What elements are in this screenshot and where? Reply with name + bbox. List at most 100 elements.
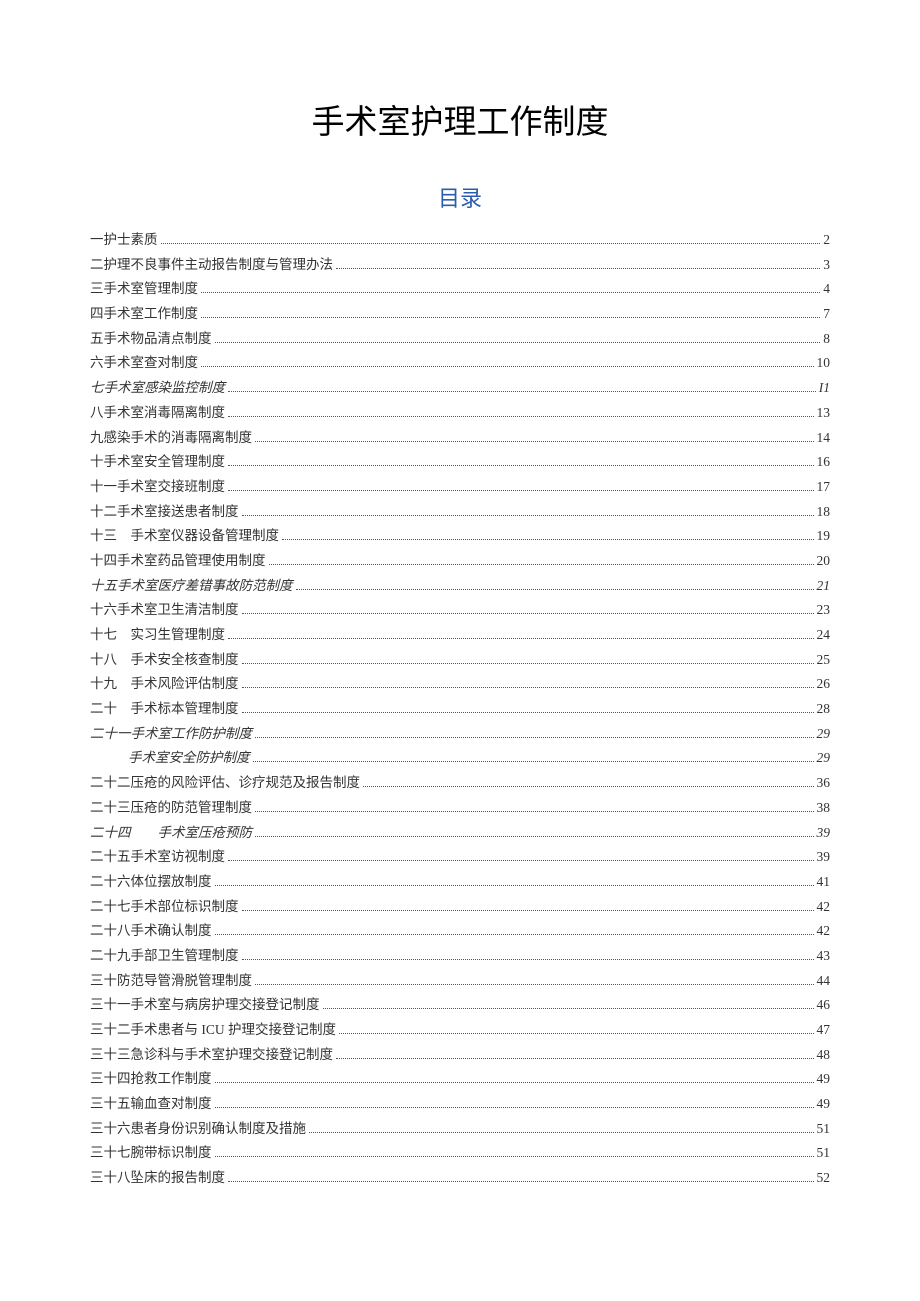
toc-entry[interactable]: 二十七手术部位标识制度42 xyxy=(90,900,830,914)
toc-leader-dots xyxy=(336,1058,814,1059)
toc-entry[interactable]: 手术室安全防护制度29 xyxy=(90,751,830,765)
toc-entry-page: 42 xyxy=(817,900,831,914)
toc-entry[interactable]: 二十九手部卫生管理制度43 xyxy=(90,949,830,963)
toc-entry[interactable]: 二十 手术标本管理制度 28 xyxy=(90,702,830,716)
toc-entry-label: 三十一手术室与病房护理交接登记制度 xyxy=(90,998,320,1012)
toc-entry[interactable]: 十手术室安全管理制度16 xyxy=(90,455,830,469)
toc-entry[interactable]: 三十四抢救工作制度49 xyxy=(90,1072,830,1086)
toc-entry-label: 十七 实习生管理制度 xyxy=(90,628,225,642)
toc-entry-page: 46 xyxy=(817,998,831,1012)
toc-entry[interactable]: 三十八坠床的报告制度52 xyxy=(90,1171,830,1185)
toc-entry-page: 51 xyxy=(817,1122,831,1136)
toc-entry[interactable]: 六手术室查对制度 10 xyxy=(90,356,830,370)
toc-leader-dots xyxy=(242,613,814,614)
toc-leader-dots xyxy=(255,441,814,442)
toc-entry-page: 38 xyxy=(817,801,831,815)
toc-entry-label: 三十三急诊科与手术室护理交接登记制度 xyxy=(90,1048,333,1062)
toc-entry-page: 44 xyxy=(817,974,831,988)
toc-entry-page: 23 xyxy=(817,603,831,617)
toc-entry[interactable]: 二十三压疮的防范管理制度38 xyxy=(90,801,830,815)
toc-entry[interactable]: 三十二手术患者与 ICU 护理交接登记制度 47 xyxy=(90,1023,830,1037)
toc-entry-label: 二十八手术确认制度 xyxy=(90,924,212,938)
toc-entry[interactable]: 五手术物品清点制度8 xyxy=(90,332,830,346)
document-title: 手术室护理工作制度 xyxy=(90,95,830,143)
toc-entry-page: 2 xyxy=(823,233,830,247)
toc-entry-page: 16 xyxy=(817,455,831,469)
toc-leader-dots xyxy=(215,1082,814,1083)
toc-entry-label: 二十五手术室访视制度 xyxy=(90,850,225,864)
toc-entry[interactable]: 十九 手术风险评估制度26 xyxy=(90,677,830,691)
toc-entry[interactable]: 二护理不良事件主动报告制度与管理办法3 xyxy=(90,258,830,272)
toc-leader-dots xyxy=(363,786,814,787)
toc-entry[interactable]: 八手术室消毒隔离制度13 xyxy=(90,406,830,420)
toc-entry[interactable]: 三十三急诊科与手术室护理交接登记制度48 xyxy=(90,1048,830,1062)
toc-entry-label: 三十二手术患者与 ICU 护理交接登记制度 xyxy=(90,1023,336,1037)
toc-entry[interactable]: 二十四 手术室压疮预防39 xyxy=(90,826,830,840)
toc-entry[interactable]: 四手术室工作制度7 xyxy=(90,307,830,321)
toc-entry[interactable]: 十六手术室卫生清洁制度23 xyxy=(90,603,830,617)
toc-entry[interactable]: 二十一手术室工作防护制度29 xyxy=(90,727,830,741)
toc-entry[interactable]: 七手术室感染监控制度I1 xyxy=(90,381,830,395)
toc-heading: 目录 xyxy=(90,181,830,213)
toc-entry-page: 41 xyxy=(817,875,831,889)
toc-entry[interactable]: 二十八手术确认制度42 xyxy=(90,924,830,938)
toc-entry[interactable]: 二十二压疮的风险评估、诊疗规范及报告制度36 xyxy=(90,776,830,790)
toc-entry-page: 51 xyxy=(817,1146,831,1160)
toc-entry[interactable]: 三十五输血查对制度49 xyxy=(90,1097,830,1111)
toc-leader-dots xyxy=(215,1107,814,1108)
toc-leader-dots xyxy=(309,1132,814,1133)
toc-entry[interactable]: 三十一手术室与病房护理交接登记制度 46 xyxy=(90,998,830,1012)
toc-entry-page: 28 xyxy=(817,702,831,716)
toc-entry-label: 八手术室消毒隔离制度 xyxy=(90,406,225,420)
toc-entry[interactable]: 三十六患者身份识别确认制度及措施 51 xyxy=(90,1122,830,1136)
toc-entry[interactable]: 三十七腕带标识制度51 xyxy=(90,1146,830,1160)
toc-entry[interactable]: 二十六体位摆放制度 41 xyxy=(90,875,830,889)
toc-leader-dots xyxy=(323,1008,814,1009)
toc-entry-label: 二十六体位摆放制度 xyxy=(90,875,212,889)
toc-entry-page: 8 xyxy=(823,332,830,346)
toc-leader-dots xyxy=(336,268,820,269)
toc-entry-label: 三十六患者身份识别确认制度及措施 xyxy=(90,1122,306,1136)
toc-entry[interactable]: 十七 实习生管理制度24 xyxy=(90,628,830,642)
toc-entry-page: 29 xyxy=(817,751,831,765)
toc-entry-page: I1 xyxy=(819,381,830,395)
toc-leader-dots xyxy=(296,589,814,590)
toc-leader-dots xyxy=(215,342,821,343)
toc-leader-dots xyxy=(242,663,814,664)
toc-entry-label: 二十一手术室工作防护制度 xyxy=(90,727,252,741)
toc-leader-dots xyxy=(201,317,820,318)
toc-entry[interactable]: 三十防范导管滑脱管理制度 44 xyxy=(90,974,830,988)
toc-entry-page: 20 xyxy=(817,554,831,568)
toc-entry[interactable]: 十三 手术室仪器设备管理制度19 xyxy=(90,529,830,543)
toc-leader-dots xyxy=(215,885,814,886)
toc-entry[interactable]: 十五手术室医疗差错事故防范制度21 xyxy=(90,579,830,593)
toc-list: 一护士素质2 二护理不良事件主动报告制度与管理办法3 三手术室管理制度4 四手术室工作… xyxy=(90,233,830,1185)
toc-entry[interactable]: 十八 手术安全核查制度25 xyxy=(90,653,830,667)
toc-entry-label: 十九 手术风险评估制度 xyxy=(90,677,239,691)
toc-entry-label: 三十八坠床的报告制度 xyxy=(90,1171,225,1185)
toc-leader-dots xyxy=(215,934,814,935)
toc-entry-label: 三十防范导管滑脱管理制度 xyxy=(90,974,252,988)
toc-leader-dots xyxy=(242,687,814,688)
toc-entry-label: 十三 手术室仪器设备管理制度 xyxy=(90,529,279,543)
toc-entry-page: 10 xyxy=(817,356,831,370)
toc-entry-label: 六手术室查对制度 xyxy=(90,356,198,370)
toc-entry[interactable]: 三手术室管理制度4 xyxy=(90,282,830,296)
toc-entry[interactable]: 二十五手术室访视制度39 xyxy=(90,850,830,864)
toc-leader-dots xyxy=(253,761,814,762)
toc-entry[interactable]: 一护士素质2 xyxy=(90,233,830,247)
toc-leader-dots xyxy=(228,490,814,491)
toc-entry[interactable]: 十二手术室接送患者制度18 xyxy=(90,505,830,519)
toc-leader-dots xyxy=(201,366,814,367)
toc-leader-dots xyxy=(242,910,814,911)
toc-entry[interactable]: 九感染手术的消毒隔离制度14 xyxy=(90,431,830,445)
toc-leader-dots xyxy=(228,416,814,417)
toc-leader-dots xyxy=(282,539,814,540)
toc-entry[interactable]: 十一手术室交接班制度17 xyxy=(90,480,830,494)
toc-entry-label: 十五手术室医疗差错事故防范制度 xyxy=(90,579,293,593)
toc-entry-page: 47 xyxy=(817,1023,831,1037)
toc-entry-page: 3 xyxy=(823,258,830,272)
toc-entry[interactable]: 十四手术室药品管理使用制度20 xyxy=(90,554,830,568)
toc-entry-page: 39 xyxy=(817,826,831,840)
toc-entry-label: 二十 手术标本管理制度 xyxy=(90,702,239,716)
